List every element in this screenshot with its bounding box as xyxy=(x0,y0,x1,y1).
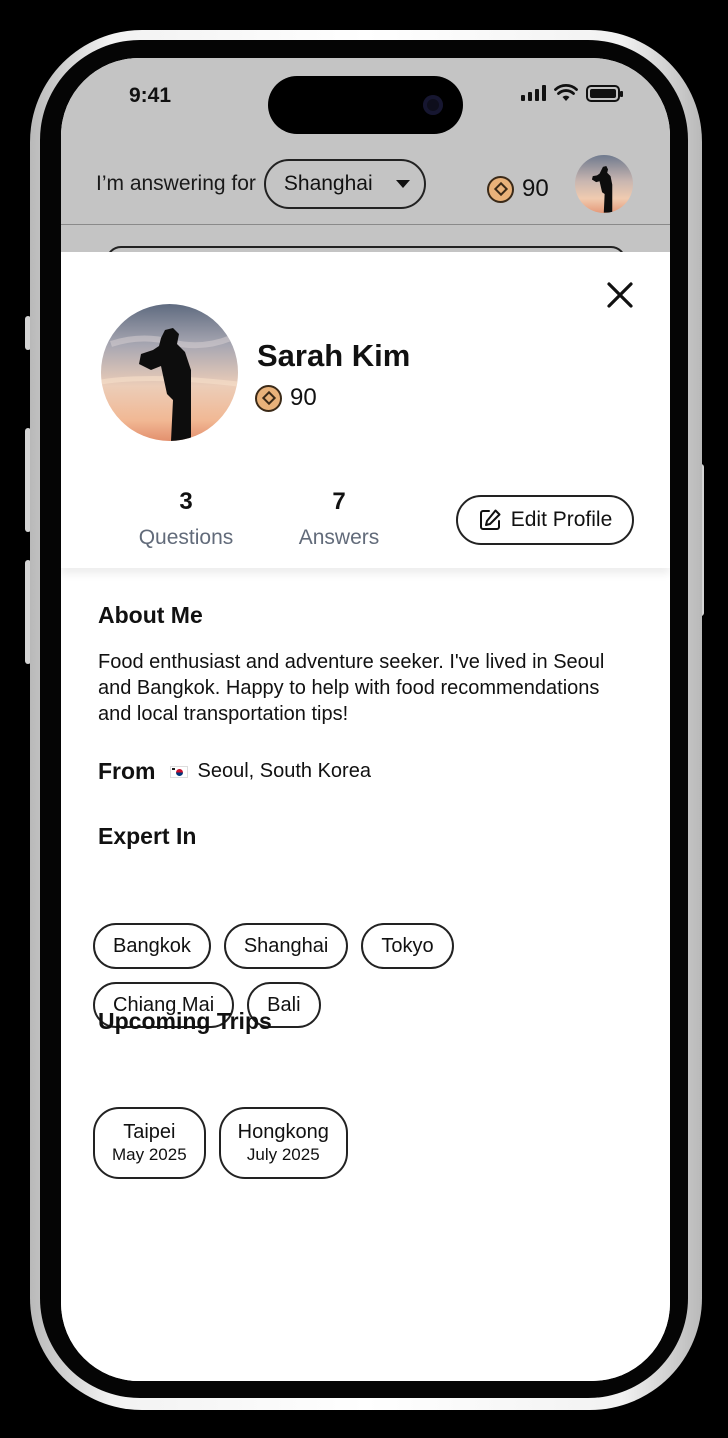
from-location: Seoul, South Korea xyxy=(197,760,371,782)
edit-icon xyxy=(479,509,501,530)
from-row: From Seoul, South Korea xyxy=(98,758,371,785)
questions-count: 3 xyxy=(179,488,193,515)
dynamic-island xyxy=(268,76,463,134)
questions-label: Questions xyxy=(138,526,234,549)
trip-date: May 2025 xyxy=(112,1145,187,1164)
screen: 9:41 I’m answering for Shanghai 90 Sarah… xyxy=(61,58,670,1381)
trips-row: Taipei May 2025 Hongkong July 2025 xyxy=(93,1107,348,1179)
header-coins: 90 xyxy=(487,175,549,203)
profile-sheet: Sarah Kim 90 3 Questions 7 Answers Edit … xyxy=(61,252,670,1381)
profile-coins: 90 xyxy=(255,384,317,412)
city-select[interactable]: Shanghai xyxy=(263,159,426,209)
coin-icon xyxy=(255,384,282,412)
profile-name: Sarah Kim xyxy=(257,338,411,373)
close-button[interactable] xyxy=(601,276,639,314)
expert-chips-row-1: Bangkok Shanghai Tokyo xyxy=(93,923,454,969)
answers-label: Answers xyxy=(298,526,380,549)
about-title: About Me xyxy=(98,602,203,628)
coin-icon xyxy=(487,175,514,203)
about-text: Food enthusiast and adventure seeker. I'… xyxy=(98,651,605,725)
edit-profile-label: Edit Profile xyxy=(510,508,613,531)
trip-card[interactable]: Hongkong July 2025 xyxy=(218,1107,348,1179)
trips-title: Upcoming Trips xyxy=(98,1008,272,1034)
wifi-icon xyxy=(554,84,578,101)
profile-avatar xyxy=(101,304,238,441)
status-icons xyxy=(521,84,623,102)
header-avatar[interactable] xyxy=(575,155,633,213)
south-korea-flag-icon xyxy=(169,765,188,778)
trip-city: Taipei xyxy=(123,1121,176,1143)
avatar-photo xyxy=(101,304,238,441)
expert-chip[interactable]: Tokyo xyxy=(361,923,454,969)
avatar-photo xyxy=(575,155,633,213)
trip-city: Hongkong xyxy=(237,1121,329,1143)
profile-coin-count: 90 xyxy=(290,384,317,411)
status-time: 9:41 xyxy=(129,84,172,107)
answers-count: 7 xyxy=(332,488,346,515)
expert-title: Expert In xyxy=(98,823,197,849)
background-header: 9:41 I’m answering for Shanghai 90 xyxy=(61,58,670,252)
cellular-signal-icon xyxy=(521,85,546,101)
header-coin-count: 90 xyxy=(522,175,549,202)
chevron-down-icon xyxy=(395,180,410,188)
from-title: From xyxy=(98,758,156,784)
close-icon xyxy=(607,282,633,308)
questions-stat[interactable]: 3 Questions xyxy=(121,488,251,550)
answering-for-row: I’m answering for Shanghai xyxy=(96,159,636,209)
trip-date: July 2025 xyxy=(246,1145,320,1164)
city-select-value: Shanghai xyxy=(283,172,373,195)
trip-card[interactable]: Taipei May 2025 xyxy=(93,1107,206,1179)
header-divider xyxy=(61,224,670,225)
answering-for-label: I’m answering for xyxy=(96,172,256,195)
battery-icon xyxy=(586,84,623,102)
edit-profile-button[interactable]: Edit Profile xyxy=(456,495,634,545)
profile-header: Sarah Kim 90 3 Questions 7 Answers Edit … xyxy=(61,252,670,568)
expert-chip[interactable]: Shanghai xyxy=(223,923,349,969)
answers-stat[interactable]: 7 Answers xyxy=(274,488,404,550)
expert-chip[interactable]: Bangkok xyxy=(93,923,211,969)
